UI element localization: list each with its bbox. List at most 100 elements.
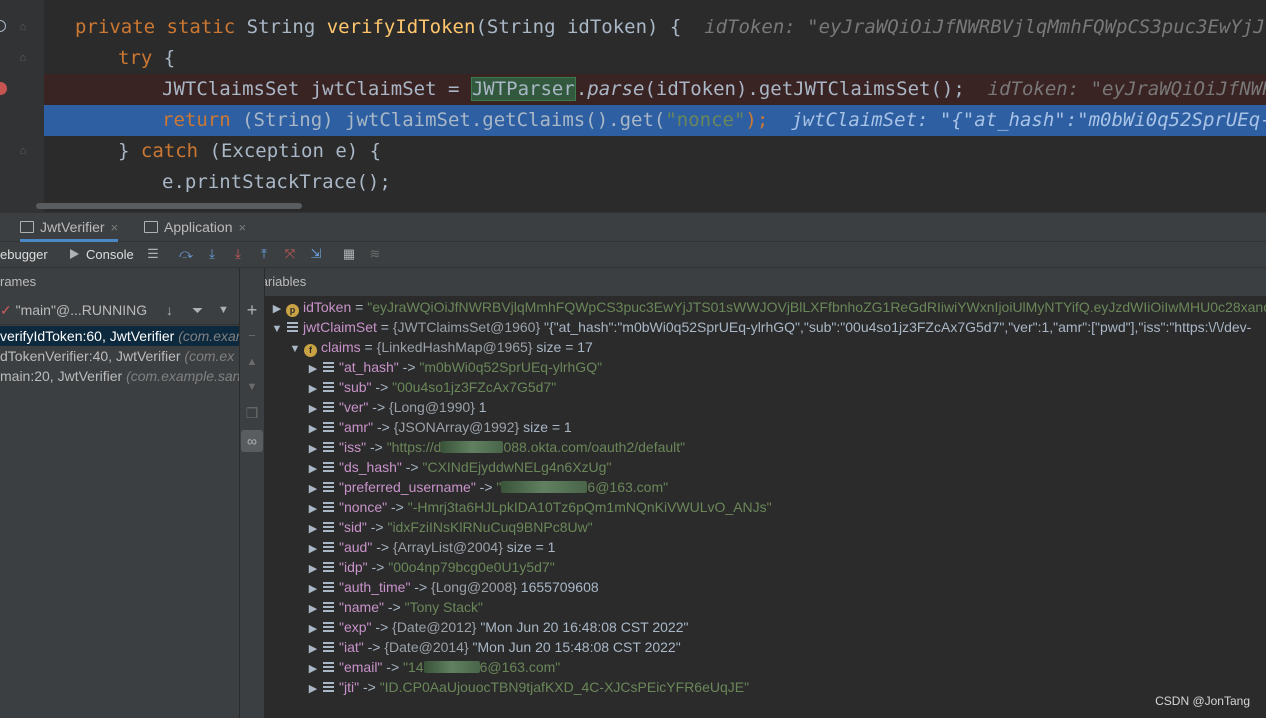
arrow-down-icon[interactable]: ↓ — [166, 296, 173, 324]
variable-value: "{"at_hash":"m0bWi0q52SprUEq-ylrhGQ","su… — [544, 319, 1252, 335]
map-entry-row[interactable]: ▶ "sid" -> "idxFziINsKlRNuCuq9BNPc8Uw" — [307, 517, 1266, 537]
code-editor[interactable]: ⌂ ⌂ ⌂ private static String verifyIdToke… — [0, 0, 1266, 212]
entry-arrow: -> — [372, 539, 393, 555]
editor-gutter[interactable]: ⌂ ⌂ ⌂ — [0, 0, 44, 212]
expand-icon[interactable]: ▶ — [307, 419, 319, 437]
move-down-icon[interactable]: ▼ — [244, 379, 260, 395]
map-entry-row[interactable]: ▶ "iss" -> "https://d 088.okta.com/oauth2/… — [307, 437, 1266, 457]
tab-debugger[interactable]: ebugger — [0, 242, 48, 267]
chevron-down-icon[interactable]: ▼ — [218, 296, 229, 324]
step-out-icon[interactable]: ⤒ — [256, 246, 272, 262]
map-entry-row[interactable]: ▶ "at_hash" -> "m0bWi0q52SprUEq-ylrhGQ" — [307, 357, 1266, 377]
variable-idtoken[interactable]: ▶ p idToken = "eyJraWQiOiJfNWRBVjlqMmhFQWp… — [271, 297, 1266, 317]
collapse-icon[interactable]: ▼ — [271, 319, 283, 337]
force-step-into-icon[interactable]: ⤓ — [230, 246, 246, 262]
variable-claims[interactable]: ▼ f claims = {LinkedHashMap@1965} size = 1… — [289, 337, 1266, 357]
fold-icon[interactable]: ⌂ — [17, 145, 29, 157]
minus-icon[interactable]: − — [244, 328, 260, 344]
expand-icon[interactable]: ▶ — [307, 459, 319, 477]
variable-jwtclaimset[interactable]: ▼ jwtClaimSet = {JWTClaimsSet@1960} "{"at… — [271, 317, 1266, 337]
close-icon[interactable]: × — [111, 220, 119, 235]
map-entry-row[interactable]: ▶ "jti" -> "ID.CP0AaUjouocTBN9tjafKXD_4C-… — [307, 677, 1266, 697]
parameter-icon: p — [286, 304, 299, 317]
redacted-blur — [501, 481, 588, 493]
field-icon: f — [304, 344, 317, 357]
show-watches-icon[interactable]: ∞ — [241, 430, 263, 452]
expand-icon[interactable]: ▶ — [307, 359, 319, 377]
layout-menu-icon[interactable]: ☰ — [145, 246, 161, 262]
entry-arrow: -> — [401, 459, 423, 475]
expand-icon[interactable]: ▶ — [307, 399, 319, 417]
entry-value: "00u4so1jz3FZcAx7G5d7" — [392, 379, 557, 395]
frame-package: (com.example.san — [126, 368, 239, 384]
collapse-icon[interactable]: ▼ — [289, 339, 301, 357]
expand-icon[interactable]: ▶ — [307, 659, 319, 677]
step-into-icon[interactable]: ⤓ — [204, 246, 220, 262]
expand-icon[interactable]: ▶ — [307, 519, 319, 537]
frame-item[interactable]: verifyIdToken:60, JwtVerifier (com.exam — [0, 326, 239, 346]
move-up-icon[interactable]: ▲ — [244, 354, 260, 370]
map-entry-row[interactable]: ▶ "name" -> "Tony Stack" — [307, 597, 1266, 617]
highlighted-symbol[interactable]: JWTParser — [470, 77, 576, 101]
close-icon[interactable]: × — [239, 220, 247, 235]
entry-key: "ds_hash" — [339, 459, 402, 475]
expand-icon[interactable]: ▶ — [307, 439, 319, 457]
entry-arrow: -> — [373, 419, 394, 435]
entry-type: {Long@1990} — [389, 399, 475, 415]
tab-application[interactable]: Application × — [144, 213, 246, 242]
expand-icon[interactable]: ▶ — [307, 579, 319, 597]
entry-value: 088.okta.com/oauth2/default" — [503, 439, 686, 455]
fold-icon[interactable]: ⌂ — [17, 52, 29, 64]
arrow-up-icon[interactable]: ↑ — [140, 296, 147, 324]
keyword: static — [166, 16, 236, 38]
expand-icon[interactable]: ▶ — [307, 639, 319, 657]
map-entry-row[interactable]: ▶ "nonce" -> "-Hmrj3ta6HJLpkIDA10Tz6pQm1m… — [307, 497, 1266, 517]
expand-icon[interactable]: ▶ — [307, 379, 319, 397]
drop-frame-icon[interactable]: ⤧ — [282, 246, 298, 262]
expand-icon[interactable]: ▶ — [307, 539, 319, 557]
map-entry-row[interactable]: ▶ "aud" -> {ArrayList@2004} size = 1 — [307, 537, 1266, 557]
tab-jwtverifier[interactable]: JwtVerifier × — [20, 213, 119, 242]
entry-value: 6@163.com" — [587, 479, 669, 495]
thread-selector[interactable]: ✓ "main"@...RUNNING ↑ ↓ ⏷ ▼ — [0, 296, 239, 325]
tab-console[interactable]: Console — [70, 242, 134, 267]
horizontal-scrollbar[interactable] — [36, 203, 302, 209]
expand-icon[interactable]: ▶ — [271, 299, 283, 317]
map-entry-row[interactable]: ▶ "ver" -> {Long@1990} 1 — [307, 397, 1266, 417]
variable-type: {JWTClaimsSet@1960} — [392, 319, 541, 335]
frame-item[interactable]: dTokenVerifier:40, JwtVerifier (com.ex — [0, 346, 239, 366]
breakpoint-icon[interactable] — [0, 82, 7, 95]
map-entry-row[interactable]: ▶ "exp" -> {Date@2012} "Mon Jun 20 16:48:… — [307, 617, 1266, 637]
map-entry-row[interactable]: ▶ "auth_time" -> {Long@2008} 1655709608 — [307, 577, 1266, 597]
map-entry-row[interactable]: ▶ "ds_hash" -> "CXINdEjyddwNELg4n6XzUg" — [307, 457, 1266, 477]
entry-key: "amr" — [339, 419, 374, 435]
trace-stream-icon[interactable]: ≋ — [367, 246, 383, 262]
filter-icon[interactable]: ⏷ — [192, 296, 203, 324]
map-entry-row[interactable]: ▶ "sub" -> "00u4so1jz3FZcAx7G5d7" — [307, 377, 1266, 397]
expand-icon[interactable]: ▶ — [307, 599, 319, 617]
entry-value: "-Hmrj3ta6HJLpkIDA10Tz6pQm1mNQnKiVWULvO_… — [407, 499, 772, 515]
map-entry-row[interactable]: ▶ "iat" -> {Date@2014} "Mon Jun 20 15:48:… — [307, 637, 1266, 657]
run-to-cursor-icon[interactable]: ⇲ — [308, 246, 324, 262]
fold-icon[interactable]: ⌂ — [17, 21, 29, 33]
run-tab-bar: JwtVerifier × Application × — [0, 212, 1266, 242]
inline-value-hint: jwtClaimSet: "{"at_hash":"m0bWi0q52SprUE… — [791, 109, 1266, 131]
frame-method: verifyIdToken:60, JwtVerifier — [0, 328, 175, 344]
expand-icon[interactable]: ▶ — [307, 499, 319, 517]
map-entry-row[interactable]: ▶ "email" -> "14 6@163.com" — [307, 657, 1266, 677]
add-watch-icon[interactable]: + — [244, 301, 260, 319]
step-over-icon[interactable]: ⤼ — [178, 246, 194, 262]
variable-name: jwtClaimSet — [303, 319, 377, 335]
map-entry-icon — [323, 402, 334, 413]
map-entry-row[interactable]: ▶ "idp" -> "00o4np79bcg0e0U1y5d7" — [307, 557, 1266, 577]
frame-item[interactable]: main:20, JwtVerifier (com.example.san — [0, 366, 239, 386]
expand-icon[interactable]: ▶ — [307, 619, 319, 637]
copy-icon[interactable]: ❐ — [244, 405, 260, 421]
map-entry-row[interactable]: ▶ "preferred_username" -> " 6@163.com" — [307, 477, 1266, 497]
expand-icon[interactable]: ▶ — [307, 479, 319, 497]
inline-value-hint: idToken: "eyJraWQiOiJfNWRBVjlq — [987, 78, 1266, 100]
expand-icon[interactable]: ▶ — [307, 679, 319, 697]
expand-icon[interactable]: ▶ — [307, 559, 319, 577]
evaluate-expression-icon[interactable]: ▦ — [341, 246, 357, 262]
map-entry-row[interactable]: ▶ "amr" -> {JSONArray@1992} size = 1 — [307, 417, 1266, 437]
